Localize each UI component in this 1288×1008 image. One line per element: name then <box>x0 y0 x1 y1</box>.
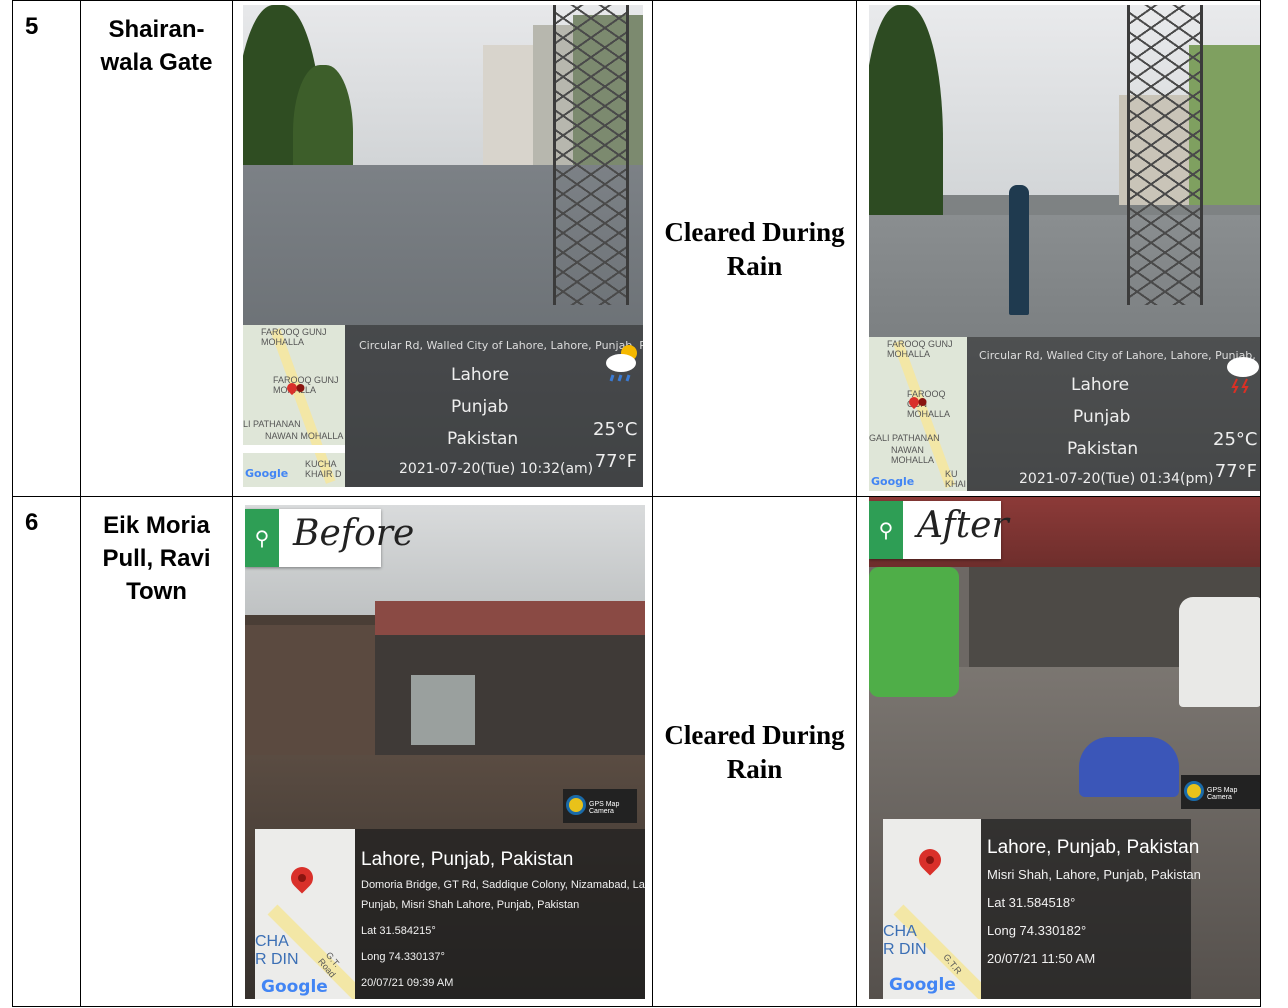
progress-table: 5 Shairan- wala Gate FAROOQ GUNJ MOHALLA… <box>12 0 1261 1007</box>
country-text: Pakistan <box>1067 439 1139 459</box>
datetime-text: 2021-07-20(Tue) 01:34(pm) <box>1019 471 1214 487</box>
datetime-text: 2021-07-20(Tue) 10:32(am) <box>399 461 594 477</box>
search-icon: ⚲ <box>245 509 279 567</box>
google-logo: Google <box>245 467 289 480</box>
province-text: Punjab <box>1073 407 1131 427</box>
google-logo: Google <box>261 977 328 997</box>
gps-camera-badge: GPS Map Camera <box>563 789 637 823</box>
temp-f: 77°F <box>1214 461 1257 482</box>
after-photo: ⚲ After GPS Map Camera Lahore, Punjab, P… <box>869 497 1260 999</box>
after-photo-cell: FAROOQ GUNJ MOHALLA FAROOQ GUN MOHALLA G… <box>856 0 1261 497</box>
weather-icon <box>603 341 643 389</box>
location-map: CHA R DIN G.T. Road Google <box>255 829 355 999</box>
location-map: CHA R DIN G.T.R Google <box>883 819 981 999</box>
map-pin-icon <box>914 844 946 876</box>
gps-info-panel: Lahore, Punjab, Pakistan Misri Shah, Lah… <box>981 819 1201 999</box>
province-text: Punjab <box>451 397 509 417</box>
map-pin-icon <box>286 862 318 894</box>
after-photo: FAROOQ GUNJ MOHALLA FAROOQ GUN MOHALLA G… <box>869 5 1260 491</box>
status-text: Cleared During Rain <box>652 496 857 1007</box>
before-photo: FAROOQ GUNJ MOHALLA FAROOQ GUNJ MOHALLA … <box>243 5 643 487</box>
google-logo: Google <box>871 475 915 488</box>
status-text: Cleared During Rain <box>652 0 857 497</box>
before-photo-cell: FAROOQ GUNJ MOHALLA FAROOQ GUNJ MOHALLA … <box>232 0 653 497</box>
address-text: Circular Rd, Walled City of Lahore, Laho… <box>979 349 1260 362</box>
location-map: FAROOQ GUNJ MOHALLA FAROOQ GUN MOHALLA G… <box>869 337 967 491</box>
gps-camera-badge: GPS Map Camera <box>1181 775 1260 809</box>
camera-icon <box>1184 781 1204 801</box>
temp-f: 77°F <box>594 451 637 472</box>
temp-c: 25°C <box>1213 429 1258 450</box>
serial-number: 6 <box>12 496 81 1007</box>
weather-icon <box>1223 351 1260 397</box>
serial-number: 5 <box>12 0 81 497</box>
location-name: Eik Moria Pull, Ravi Town <box>80 496 233 1007</box>
before-photo: ⚲ Before GPS Map Camera Lahore, Punjab, … <box>245 505 645 999</box>
before-photo-cell: ⚲ Before GPS Map Camera Lahore, Punjab, … <box>232 496 653 1007</box>
after-banner: ⚲ After <box>869 501 1009 559</box>
table-row: 5 Shairan- wala Gate FAROOQ GUNJ MOHALLA… <box>12 0 1261 497</box>
location-name: Shairan- wala Gate <box>80 0 233 497</box>
city-text: Lahore <box>451 365 510 385</box>
table-row: 6 Eik Moria Pull, Ravi Town ⚲ Before GPS… <box>12 496 1261 1007</box>
google-logo: Google <box>889 975 956 995</box>
search-icon: ⚲ <box>869 501 903 559</box>
location-map: FAROOQ GUNJ MOHALLA FAROOQ GUNJ MOHALLA … <box>243 325 345 487</box>
gps-info-panel: Lahore, Punjab, Pakistan Domoria Bridge,… <box>355 829 645 999</box>
city-text: Lahore <box>1071 375 1130 395</box>
camera-icon <box>566 795 586 815</box>
address-text: Circular Rd, Walled City of Lahore, Laho… <box>359 339 643 352</box>
before-banner: ⚲ Before <box>245 509 414 567</box>
after-photo-cell: ⚲ After GPS Map Camera Lahore, Punjab, P… <box>856 496 1261 1007</box>
temp-c: 25°C <box>593 419 638 440</box>
country-text: Pakistan <box>447 429 519 449</box>
